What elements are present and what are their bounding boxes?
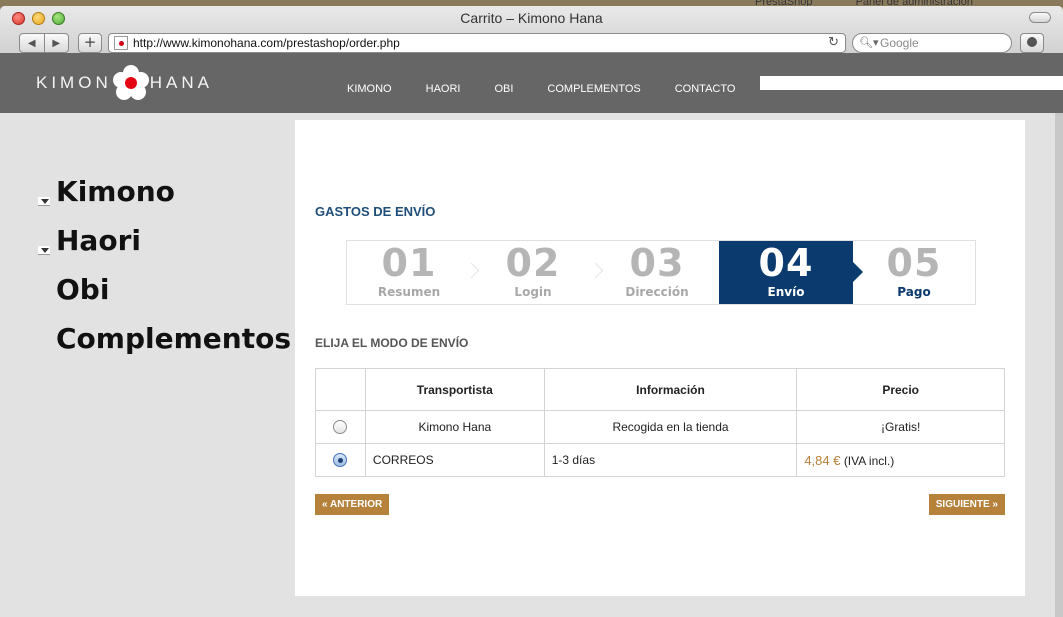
step-login[interactable]: 02 Login	[471, 241, 604, 304]
col-header-price: Precio	[796, 368, 1005, 411]
nav-obi[interactable]: OBI	[494, 83, 513, 95]
sidebar-item-complementos[interactable]: Complementos	[38, 322, 291, 371]
carrier-radio-correos[interactable]	[333, 453, 348, 468]
history-nav: ◀ ▶	[19, 33, 69, 53]
step-label: Resumen	[377, 285, 441, 299]
site-search-input[interactable]	[760, 76, 1063, 90]
back-button[interactable]: ◀	[20, 34, 44, 52]
col-header-select	[315, 368, 366, 411]
carrier-price: 4,84 € (IVA incl.)	[796, 443, 1005, 477]
reload-icon[interactable]: ↻	[828, 35, 839, 50]
window-title: Carrito – Kimono Hana	[460, 10, 603, 26]
search-icon: 🔍︎▾	[859, 36, 879, 49]
sidebar-item-kimono[interactable]: Kimono	[38, 175, 291, 224]
nav-contacto[interactable]: CONTACTO	[675, 83, 736, 95]
step-number: 02	[505, 241, 561, 285]
carrier-info: Recogida en la tienda	[543, 410, 798, 444]
step-number: 04	[758, 241, 814, 285]
back-arrow-icon: ◀	[27, 37, 36, 49]
checkout-steps: 01 Resumen 02 Login 03 Dirección 04 Enví…	[346, 240, 976, 305]
step-direccion[interactable]: 03 Dirección	[595, 241, 719, 304]
flower-logo-icon	[112, 65, 149, 101]
sidebar-item-label: Obi	[56, 273, 110, 306]
address-bar[interactable]: http://www.kimonohana.com/prestashop/ord…	[108, 33, 846, 53]
price-value: ¡Gratis!	[880, 420, 921, 434]
add-bookmark-button[interactable]: +	[78, 33, 102, 53]
nav-complementos[interactable]: COMPLEMENTOS	[547, 83, 640, 95]
step-label: Pago	[897, 285, 931, 299]
carrier-name: Kimono Hana	[364, 410, 545, 444]
sidebar-item-haori[interactable]: Haori	[38, 224, 291, 273]
search-placeholder: Google	[880, 36, 919, 50]
background-window-edge	[1055, 113, 1063, 617]
page-title: GASTOS DE ENVÍO	[315, 204, 436, 219]
checkout-panel: GASTOS DE ENVÍO 01 Resumen 02 Login 03 D…	[295, 120, 1025, 596]
expand-caret-icon[interactable]	[38, 197, 50, 206]
site-header: KIMON HANA KIMONO HAORI OBI COMPLEMENTOS…	[0, 53, 1063, 113]
logo-text-left: KIMON	[36, 73, 112, 92]
step-label: Dirección	[625, 285, 689, 299]
carrier-info: 1-3 días	[543, 443, 798, 477]
carrier-table: Transportista Información Precio Kimono …	[315, 368, 1005, 477]
step-envio: 04 Envío	[719, 241, 863, 304]
step-resumen[interactable]: 01 Resumen	[347, 241, 480, 304]
next-button[interactable]: SIGUIENTE »	[928, 494, 1005, 515]
sidebar-item-obi[interactable]: Obi	[38, 273, 291, 322]
site-favicon-icon	[114, 36, 128, 50]
radio-cell	[315, 410, 366, 444]
table-header-row: Transportista Información Precio	[315, 368, 1005, 411]
carrier-radio-kimono-hana[interactable]	[333, 420, 348, 435]
step-number: 01	[381, 241, 437, 285]
step-label: Login	[514, 285, 552, 299]
forward-button[interactable]: ▶	[43, 34, 69, 52]
step-number: 03	[629, 241, 685, 285]
site-logo[interactable]: KIMON HANA	[36, 65, 213, 101]
downloads-button[interactable]	[1020, 33, 1044, 53]
browser-titlebar: Carrito – Kimono Hana ◀ ▶ + http://www.k…	[0, 6, 1063, 58]
col-header-carrier: Transportista	[364, 368, 545, 411]
main-nav: KIMONO HAORI OBI COMPLEMENTOS CONTACTO	[330, 83, 752, 95]
table-row[interactable]: CORREOS 1-3 días 4,84 € (IVA incl.)	[315, 443, 1005, 477]
carrier-price: ¡Gratis!	[796, 410, 1005, 444]
col-header-info: Información	[543, 368, 798, 411]
forward-arrow-icon: ▶	[52, 37, 61, 49]
step-pago: 05 Pago	[853, 241, 975, 304]
sidebar-item-label: Kimono	[56, 175, 175, 208]
price-value: 4,84 €	[804, 452, 841, 468]
step-number: 05	[886, 241, 942, 285]
logo-text-right: HANA	[149, 73, 213, 92]
step-label: Envío	[767, 285, 805, 299]
browser-search-field[interactable]: 🔍︎▾ Google	[852, 33, 1012, 53]
address-text: http://www.kimonohana.com/prestashop/ord…	[133, 36, 400, 50]
carrier-name: CORREOS	[364, 443, 545, 477]
expand-caret-icon[interactable]	[38, 246, 50, 255]
toolbar-toggle-button[interactable]	[1029, 12, 1051, 23]
nav-kimono[interactable]: KIMONO	[347, 83, 392, 95]
radio-cell	[315, 443, 366, 477]
category-sidebar: Kimono Haori Obi Complementos	[38, 175, 291, 371]
sidebar-item-label: Complementos	[56, 322, 291, 355]
nav-haori[interactable]: HAORI	[426, 83, 461, 95]
previous-button[interactable]: « ANTERIOR	[315, 494, 390, 515]
sidebar-item-label: Haori	[56, 224, 141, 257]
active-step-arrow-icon	[853, 262, 863, 282]
shipping-subtitle: ELIJA EL MODO DE ENVÍO	[315, 336, 469, 350]
price-tax-note: (IVA incl.)	[843, 453, 895, 468]
table-row[interactable]: Kimono Hana Recogida en la tienda ¡Grati…	[315, 410, 1005, 444]
